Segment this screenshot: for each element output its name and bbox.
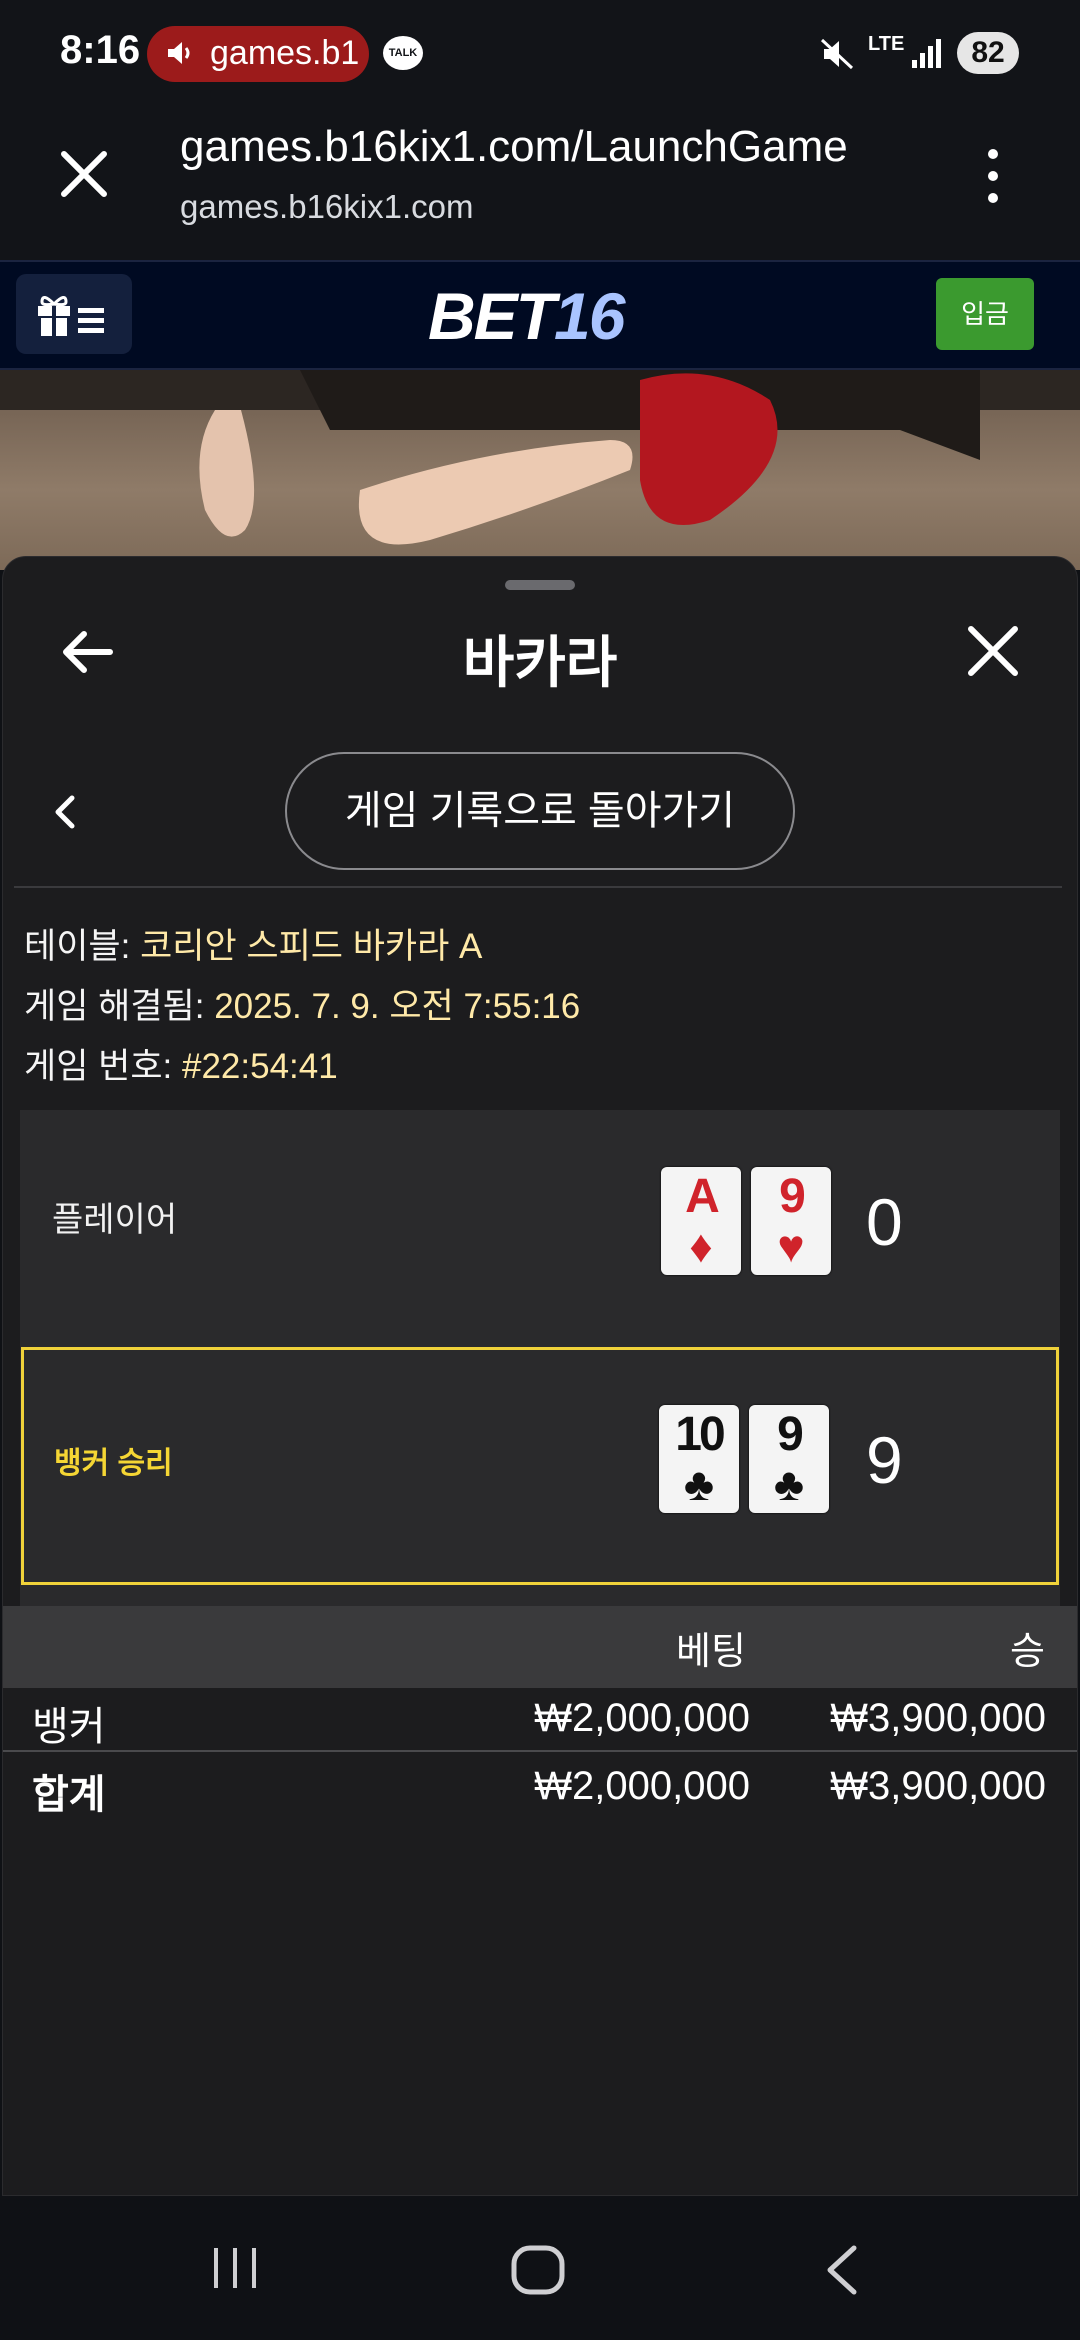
banker-win-label: 뱅커 승리 — [54, 1447, 173, 1480]
live-video-feed — [0, 370, 1080, 570]
banker-card: 10 ♣ — [659, 1405, 739, 1513]
kakaotalk-icon: TALK — [383, 36, 423, 70]
player-score: 0 — [866, 1185, 903, 1259]
column-header-win: 승 — [1010, 1631, 1045, 1673]
table-cell-win: ₩3,900,000 — [830, 1696, 1046, 1740]
lte-indicator: LTE — [868, 33, 905, 55]
recents-icon[interactable] — [210, 2246, 260, 2290]
heart-icon: ♥ — [777, 1220, 805, 1272]
table-cell-bet: ₩2,000,000 — [534, 1696, 750, 1740]
table-row-label: 뱅커 — [32, 1705, 106, 1749]
divider — [3, 1750, 1077, 1752]
deposit-button[interactable]: 입금 — [936, 278, 1034, 350]
menu-button[interactable] — [16, 274, 132, 354]
close-icon[interactable] — [52, 142, 116, 206]
banker-card: 9 ♣ — [749, 1405, 829, 1513]
status-time: 8:16 — [60, 28, 141, 72]
chevron-left-icon[interactable] — [50, 792, 80, 832]
banker-score: 9 — [866, 1423, 903, 1497]
url-host: games.b16kix1.com — [180, 188, 474, 225]
player-card: 9 ♥ — [751, 1167, 831, 1275]
signal-icon — [912, 39, 941, 68]
table-cell-bet: ₩2,000,000 — [534, 1764, 750, 1808]
media-label: games.b1 — [210, 34, 360, 72]
resolved-info: 게임 해결됨: 2025. 7. 9. 오전 7:55:16 — [24, 987, 581, 1026]
battery-indicator: 82 — [957, 32, 1019, 74]
back-to-history-button[interactable]: 게임 기록으로 돌아가기 — [285, 752, 795, 870]
table-row-label: 합계 — [32, 1773, 106, 1817]
home-icon[interactable] — [510, 2244, 566, 2296]
sheet-title: 바카라 — [462, 631, 618, 694]
close-icon[interactable] — [965, 623, 1021, 679]
player-label: 플레이어 — [52, 1201, 178, 1239]
back-icon[interactable] — [822, 2244, 862, 2296]
divider — [14, 886, 1062, 888]
bets-table-header — [3, 1606, 1077, 1688]
drag-handle[interactable] — [505, 580, 575, 590]
player-card: A ♦ — [661, 1167, 741, 1275]
club-icon: ♣ — [683, 1458, 715, 1510]
table-cell-win: ₩3,900,000 — [830, 1764, 1046, 1808]
gift-icon — [38, 296, 104, 336]
speaker-icon — [168, 42, 190, 64]
club-icon: ♣ — [773, 1458, 805, 1510]
more-options-icon[interactable] — [975, 146, 1011, 206]
back-arrow-icon[interactable] — [58, 622, 118, 682]
diamond-icon: ♦ — [689, 1220, 713, 1272]
table-info: 테이블: 코리안 스피드 바카라 A — [24, 927, 483, 966]
mute-icon — [820, 38, 854, 70]
banker-winner-highlight — [21, 1347, 1059, 1585]
column-header-bet: 베팅 — [676, 1631, 746, 1673]
bet16-logo: BET16 — [428, 279, 625, 353]
url-path[interactable]: games.b16kix1.com/LaunchGame — [180, 122, 848, 172]
game-number-info: 게임 번호: #22:54:41 — [24, 1047, 338, 1086]
